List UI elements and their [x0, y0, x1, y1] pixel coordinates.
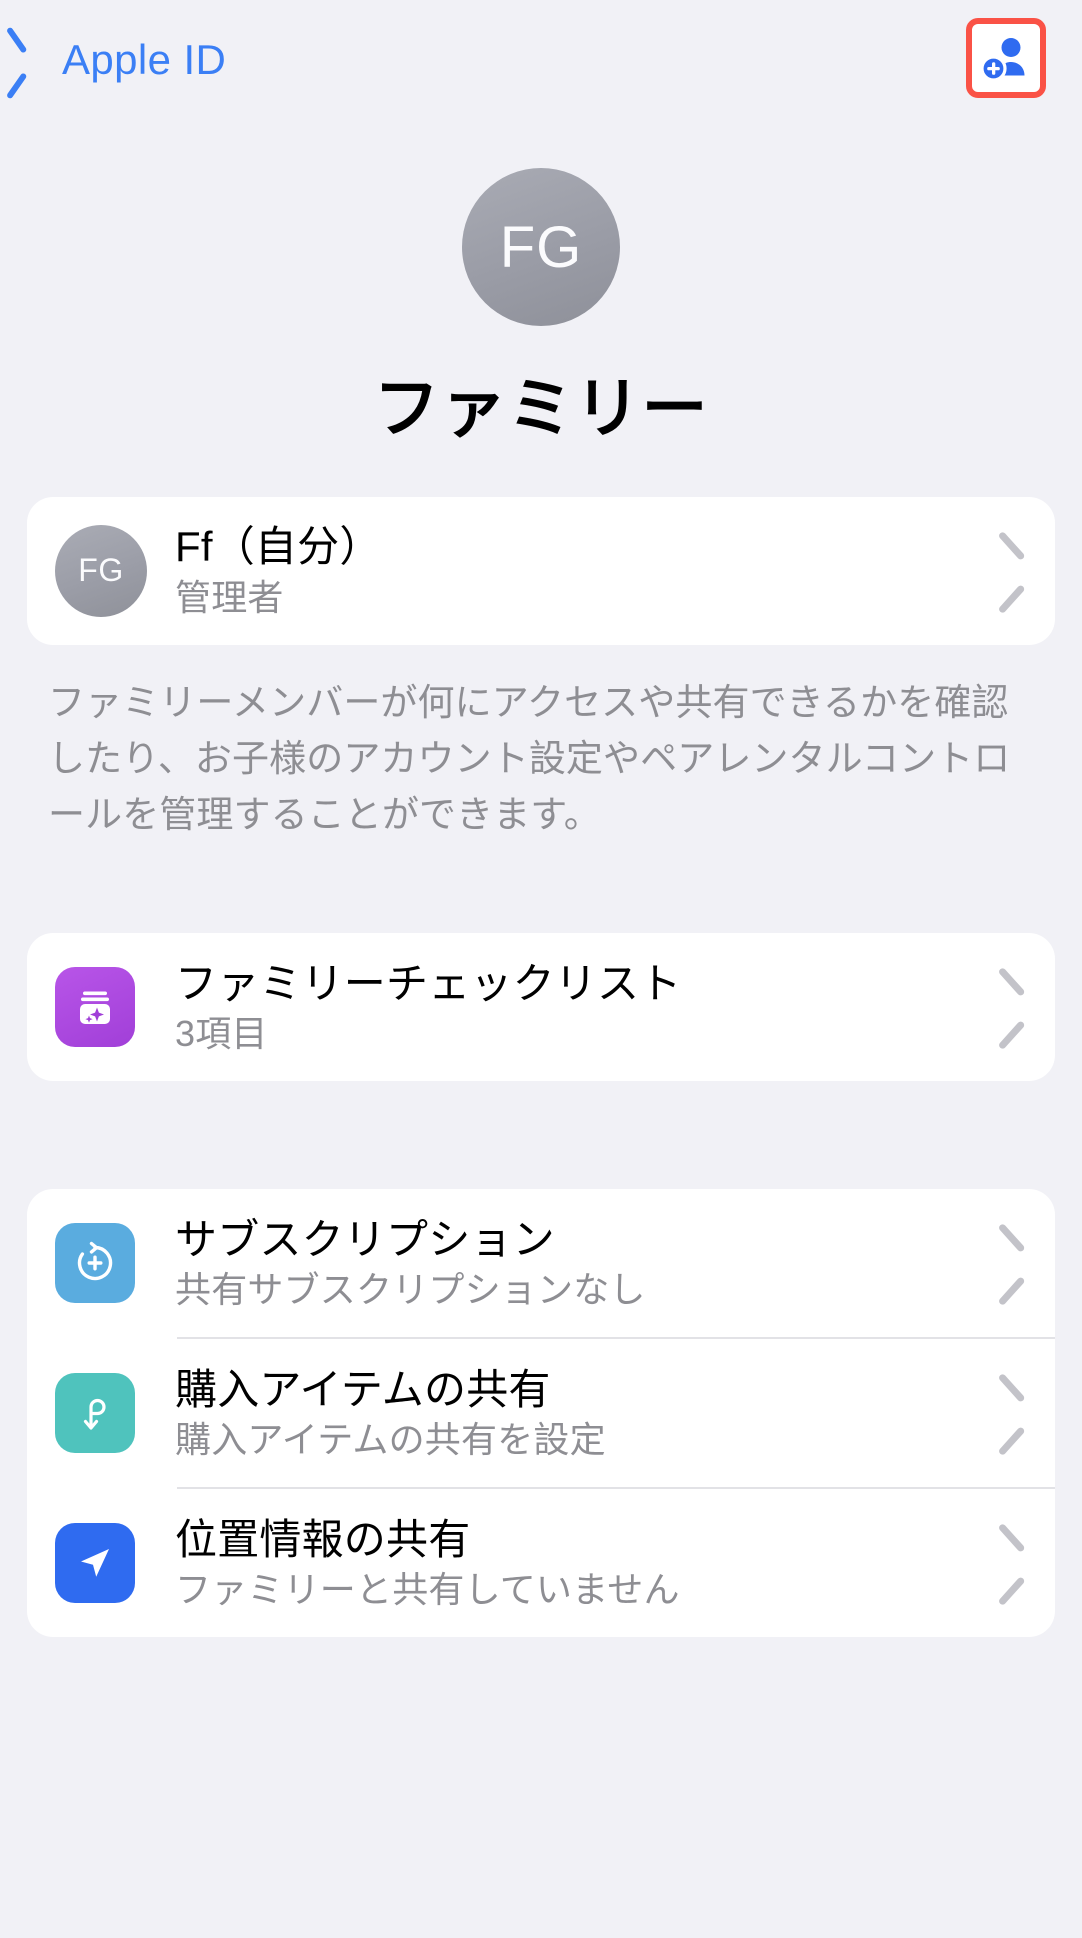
purchase-sharing-row-text: 購入アイテムの共有 購入アイテムの共有を設定	[149, 1365, 981, 1462]
chevron-right-icon	[995, 979, 1029, 1035]
checklist-row-text: ファミリーチェックリスト 3項目	[149, 959, 981, 1056]
family-member-note: ファミリーメンバーが何にアクセスや共有できるかを確認したり、お子様のアカウント設…	[48, 681, 1011, 836]
page-title: ファミリー	[373, 371, 709, 445]
family-checklist-jar-icon	[55, 967, 135, 1048]
member-row-subtitle: 管理者	[175, 576, 284, 618]
navigation-bar: Apple ID	[0, 0, 1082, 120]
location-sharing-row-subtitle: ファミリーと共有していません	[175, 1569, 680, 1611]
chevron-left-icon	[22, 37, 48, 83]
family-member-row[interactable]: FG Ff（自分） 管理者	[27, 497, 1055, 645]
family-avatar-initials: FG	[499, 214, 583, 280]
subscriptions-icon	[55, 1223, 135, 1304]
member-avatar-initials: FG	[78, 552, 124, 589]
person-badge-plus-icon	[980, 34, 1032, 82]
location-sharing-row-title: 位置情報の共有	[175, 1515, 471, 1563]
subscriptions-row-text: サブスクリプション 共有サブスクリプションなし	[149, 1215, 981, 1312]
subscriptions-row-subtitle: 共有サブスクリプションなし	[175, 1269, 646, 1311]
subscriptions-icon-container	[55, 1223, 149, 1304]
purchase-sharing-icon-container	[55, 1373, 149, 1454]
purchase-sharing-row-subtitle: 購入アイテムの共有を設定	[175, 1419, 606, 1461]
family-avatar: FG	[462, 168, 620, 326]
location-sharing-row-text: 位置情報の共有 ファミリーと共有していません	[149, 1515, 981, 1612]
purchase-sharing-icon	[55, 1373, 135, 1454]
chevron-right-icon	[995, 1535, 1029, 1591]
add-family-member-button[interactable]	[966, 18, 1046, 98]
subscriptions-row-title: サブスクリプション	[175, 1215, 555, 1263]
subscriptions-row[interactable]: サブスクリプション 共有サブスクリプションなし	[27, 1189, 1055, 1337]
family-header: FG ファミリー	[0, 120, 1082, 445]
family-checklist-card: ファミリーチェックリスト 3項目	[27, 933, 1055, 1082]
member-row-text: Ff（自分） 管理者	[149, 522, 981, 619]
location-sharing-icon	[55, 1523, 135, 1604]
chevron-right-icon	[995, 1235, 1029, 1291]
family-member-card: FG Ff（自分） 管理者	[27, 496, 1055, 645]
checklist-row-title: ファミリーチェックリスト	[175, 959, 682, 1007]
back-button[interactable]: Apple ID	[22, 36, 226, 84]
family-checklist-row[interactable]: ファミリーチェックリスト 3項目	[27, 933, 1055, 1081]
chevron-right-icon	[995, 543, 1029, 599]
member-avatar: FG	[55, 524, 147, 617]
purchase-sharing-row-title: 購入アイテムの共有	[175, 1365, 551, 1413]
back-button-label: Apple ID	[62, 36, 227, 83]
purchase-sharing-row[interactable]: 購入アイテムの共有 購入アイテムの共有を設定	[27, 1339, 1055, 1487]
family-sharing-card: サブスクリプション 共有サブスクリプションなし 購入アイテムの共有 購入アイテム…	[27, 1189, 1055, 1638]
location-sharing-icon-container	[55, 1523, 149, 1604]
location-sharing-row[interactable]: 位置情報の共有 ファミリーと共有していません	[27, 1489, 1055, 1637]
chevron-right-icon	[995, 1385, 1029, 1441]
member-avatar-container: FG	[55, 524, 149, 617]
checklist-row-subtitle: 3項目	[175, 1013, 268, 1055]
checklist-icon-container	[55, 967, 149, 1048]
member-row-title: Ff（自分）	[175, 523, 382, 571]
